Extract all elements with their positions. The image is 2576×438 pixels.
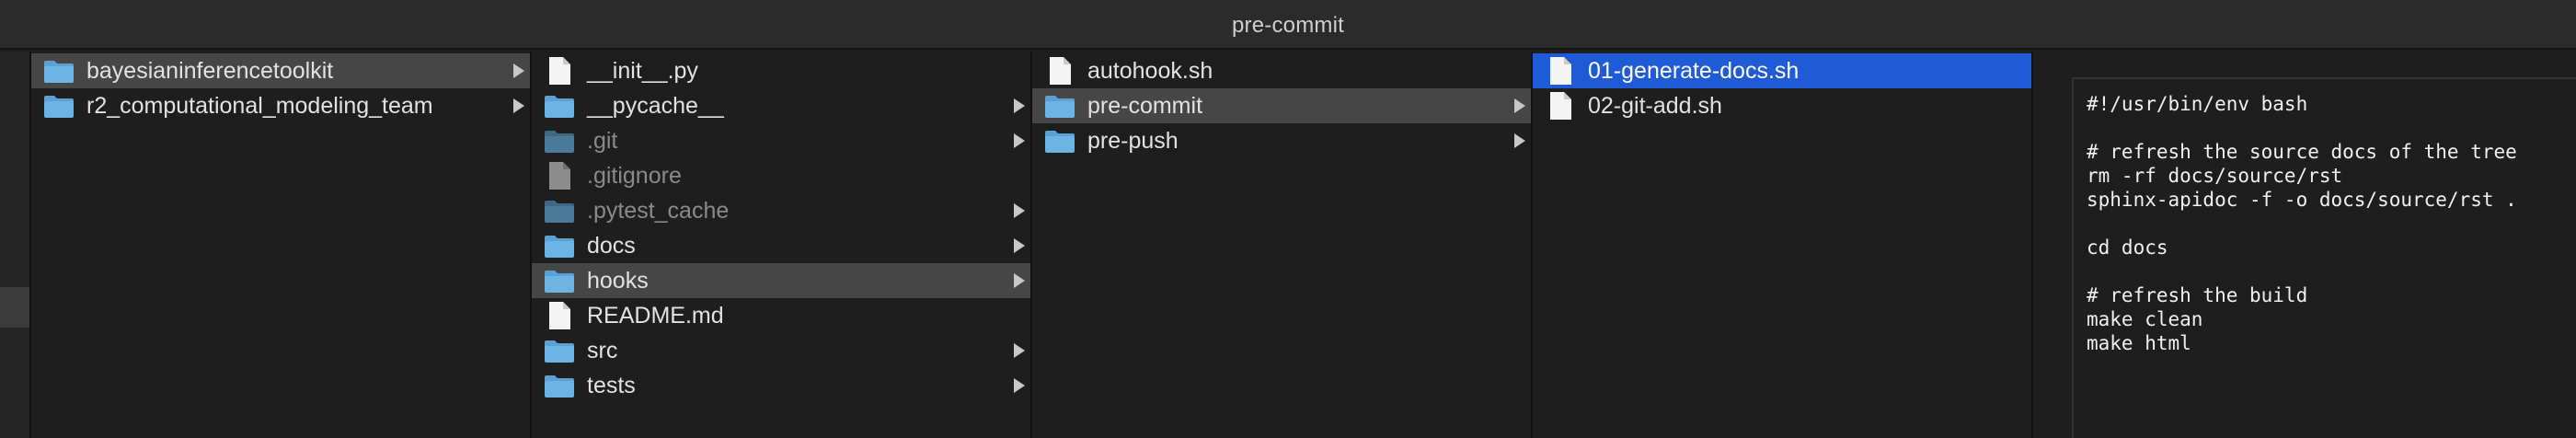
chevron-right-icon <box>1014 273 1025 288</box>
chevron-right-icon <box>1014 133 1025 148</box>
folder-icon <box>543 232 576 259</box>
chevron-right-icon <box>1014 98 1025 113</box>
chevron-right-icon <box>513 63 524 78</box>
folder-item[interactable]: bayesianinferencetoolkit <box>31 53 530 88</box>
document-icon <box>1544 57 1577 85</box>
sidebar-edge <box>0 52 31 438</box>
document-icon <box>543 162 576 190</box>
item-label: .gitignore <box>587 162 682 189</box>
item-label: bayesianinferencetoolkit <box>86 57 334 84</box>
folder-item[interactable]: .pytest_cache <box>532 193 1030 228</box>
column-2: __init__.py __pycache__ .git .gitignore … <box>532 52 1032 438</box>
chevron-right-icon <box>1014 203 1025 218</box>
folder-item[interactable]: r2_computational_modeling_team <box>31 88 530 123</box>
sidebar-selection-marker <box>0 287 29 328</box>
preview-text: #!/usr/bin/env bash # refresh the source … <box>2087 92 2576 355</box>
folder-item[interactable]: pre-commit <box>1032 88 1531 123</box>
folder-icon <box>543 337 576 364</box>
item-label: .git <box>587 127 618 154</box>
folder-icon <box>1043 92 1076 120</box>
preview-line: make clean <box>2087 308 2203 330</box>
finder-window: pre-commit bayesianinferencetoolkit r2_c… <box>0 0 2576 438</box>
item-label: pre-push <box>1087 127 1179 154</box>
chevron-right-icon <box>1014 343 1025 358</box>
folder-item[interactable]: hooks <box>532 263 1030 298</box>
folder-icon <box>42 57 75 85</box>
chevron-right-icon <box>1514 133 1525 148</box>
item-label: autohook.sh <box>1087 57 1213 84</box>
item-label: README.md <box>587 302 724 328</box>
column-browser: bayesianinferencetoolkit r2_computationa… <box>0 52 2576 438</box>
item-label: __init__.py <box>587 57 698 84</box>
item-label: pre-commit <box>1087 92 1203 119</box>
preview-line <box>2087 116 2576 140</box>
folder-item[interactable]: src <box>532 333 1030 368</box>
column-4: 01-generate-docs.sh 02-git-add.sh <box>1533 52 2033 438</box>
preview-line: cd docs <box>2087 236 2168 259</box>
folder-item[interactable]: docs <box>532 228 1030 263</box>
preview-line: # refresh the build <box>2087 284 2308 306</box>
preview-line <box>2087 259 2576 283</box>
item-label: hooks <box>587 267 649 294</box>
file-item[interactable]: README.md <box>532 298 1030 333</box>
folder-icon <box>543 127 576 155</box>
document-icon <box>1544 92 1577 120</box>
preview-line: sphinx-apidoc -f -o docs/source/rst . <box>2087 189 2517 211</box>
item-label: __pycache__ <box>587 92 724 119</box>
item-label: r2_computational_modeling_team <box>86 92 433 119</box>
chevron-right-icon <box>1014 238 1025 253</box>
preview-line: make html <box>2087 332 2191 354</box>
chevron-right-icon <box>1514 98 1525 113</box>
window-title: pre-commit <box>1231 13 1344 38</box>
folder-item[interactable]: __pycache__ <box>532 88 1030 123</box>
file-item[interactable]: 01-generate-docs.sh <box>1533 53 2031 88</box>
folder-item[interactable]: tests <box>532 368 1030 403</box>
preview-line <box>2087 212 2576 236</box>
preview-line: rm -rf docs/source/rst <box>2087 165 2343 187</box>
column-1: bayesianinferencetoolkit r2_computationa… <box>31 52 532 438</box>
file-item[interactable]: 02-git-add.sh <box>1533 88 2031 123</box>
folder-icon <box>42 92 75 120</box>
folder-icon <box>543 267 576 294</box>
folder-icon <box>543 92 576 120</box>
file-item[interactable]: autohook.sh <box>1032 53 1531 88</box>
folder-item[interactable]: .git <box>532 123 1030 158</box>
folder-icon <box>543 197 576 225</box>
file-preview: #!/usr/bin/env bash # refresh the source … <box>2072 77 2576 438</box>
item-label: docs <box>587 232 636 259</box>
item-label: 02-git-add.sh <box>1588 92 1722 119</box>
item-label: 01-generate-docs.sh <box>1588 57 1800 84</box>
item-label: tests <box>587 372 636 398</box>
folder-icon <box>543 372 576 399</box>
file-item[interactable]: .gitignore <box>532 158 1030 193</box>
column-3: autohook.sh pre-commit pre-push <box>1032 52 1533 438</box>
chevron-right-icon <box>513 98 524 113</box>
document-icon <box>543 302 576 329</box>
document-icon <box>1043 57 1076 85</box>
preview-line: #!/usr/bin/env bash <box>2087 93 2308 115</box>
document-icon <box>543 57 576 85</box>
folder-icon <box>1043 127 1076 155</box>
preview-line: # refresh the source docs of the tree <box>2087 141 2517 163</box>
item-label: .pytest_cache <box>587 197 730 224</box>
folder-item[interactable]: pre-push <box>1032 123 1531 158</box>
title-bar[interactable]: pre-commit <box>0 0 2576 50</box>
chevron-right-icon <box>1014 378 1025 393</box>
file-item[interactable]: __init__.py <box>532 53 1030 88</box>
item-label: src <box>587 337 618 363</box>
